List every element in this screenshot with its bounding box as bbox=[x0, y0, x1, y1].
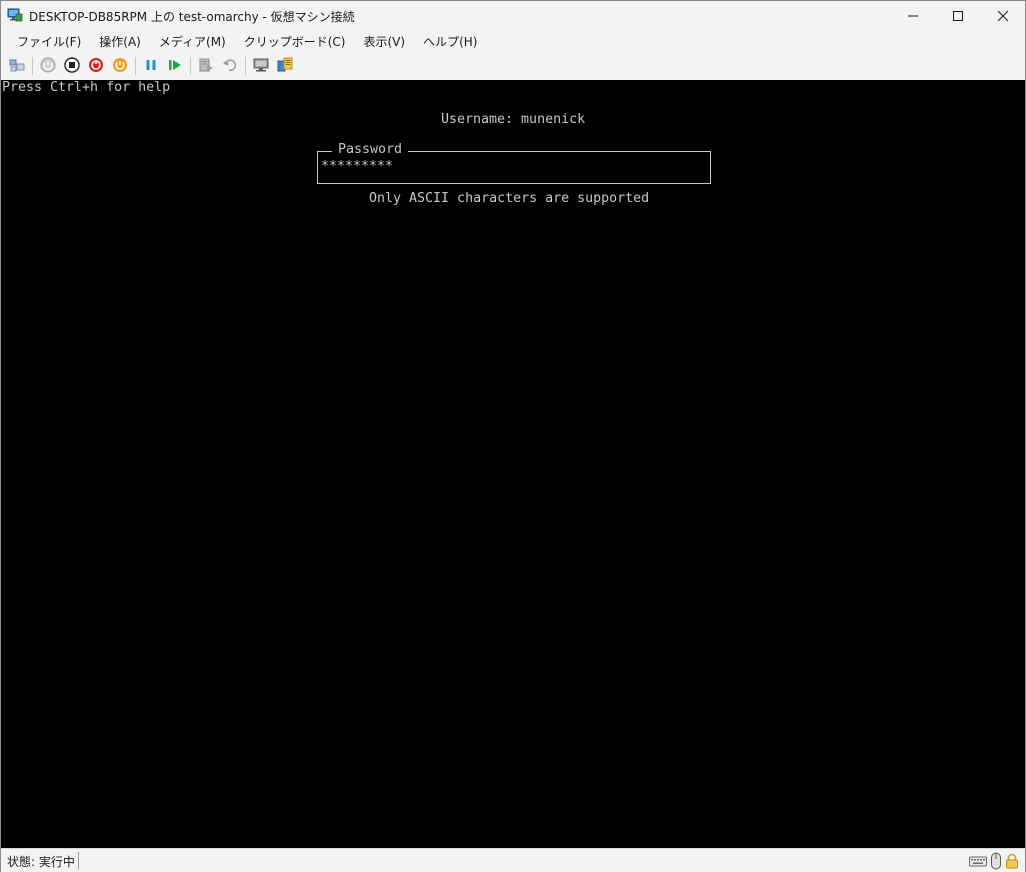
mouse-icon bbox=[990, 852, 1002, 872]
vm-console-display[interactable]: Press Ctrl+h for help Username: munenick… bbox=[1, 80, 1025, 848]
vm-connection-app-icon bbox=[7, 7, 23, 23]
toolbar bbox=[1, 53, 1025, 79]
shutdown-button[interactable] bbox=[85, 55, 107, 77]
menu-clipboard[interactable]: クリップボード(C) bbox=[235, 31, 355, 52]
toolbar-separator bbox=[190, 57, 191, 75]
toolbar-separator bbox=[245, 57, 246, 75]
start-icon bbox=[40, 57, 56, 76]
revert-button[interactable] bbox=[219, 55, 241, 77]
toolbar-separator bbox=[32, 57, 33, 75]
menu-file[interactable]: ファイル(F) bbox=[8, 31, 90, 52]
help-hint: Press Ctrl+h for help bbox=[2, 80, 171, 95]
ctrl-alt-del-button[interactable] bbox=[6, 55, 28, 77]
share-icon bbox=[277, 57, 293, 76]
window-title: DESKTOP-DB85RPM 上の test-omarchy - 仮想マシン接… bbox=[29, 10, 355, 24]
enhanced-session-button[interactable] bbox=[250, 55, 272, 77]
vm-connection-window: DESKTOP-DB85RPM 上の test-omarchy - 仮想マシン接… bbox=[0, 0, 1026, 872]
username-line: Username: munenick bbox=[441, 112, 586, 127]
enhanced-session-icon bbox=[253, 57, 269, 76]
menu-bar: ファイル(F) 操作(A) メディア(M) クリップボード(C) 表示(V) ヘ… bbox=[1, 30, 1025, 52]
toolbar-separator bbox=[135, 57, 136, 75]
pause-button[interactable] bbox=[140, 55, 162, 77]
close-button[interactable] bbox=[980, 1, 1026, 30]
status-separator bbox=[78, 852, 79, 869]
status-bar: 状態: 実行中 bbox=[1, 848, 1025, 872]
ascii-note: Only ASCII characters are supported bbox=[369, 191, 650, 206]
keyboard-icon bbox=[969, 855, 987, 870]
share-button[interactable] bbox=[274, 55, 296, 77]
checkpoint-button[interactable] bbox=[195, 55, 217, 77]
menu-help[interactable]: ヘルプ(H) bbox=[414, 31, 486, 52]
menu-media[interactable]: メディア(M) bbox=[150, 31, 235, 52]
revert-icon bbox=[222, 57, 238, 76]
title-bar: DESKTOP-DB85RPM 上の test-omarchy - 仮想マシン接… bbox=[1, 1, 1025, 30]
save-icon bbox=[112, 57, 128, 76]
minimize-button[interactable] bbox=[890, 1, 936, 30]
password-field[interactable]: Password ********* bbox=[317, 142, 711, 184]
turn-off-icon bbox=[64, 56, 80, 76]
password-label: Password bbox=[332, 142, 409, 157]
shutdown-icon bbox=[88, 57, 104, 76]
save-state-button[interactable] bbox=[109, 55, 131, 77]
maximize-button[interactable] bbox=[935, 1, 981, 30]
resume-button[interactable] bbox=[164, 55, 186, 77]
resume-icon bbox=[167, 57, 183, 76]
status-icons bbox=[969, 852, 1019, 872]
ctrl-alt-del-icon bbox=[9, 57, 25, 76]
password-input-value[interactable]: ********* bbox=[321, 159, 393, 174]
menu-view[interactable]: 表示(V) bbox=[355, 31, 415, 52]
status-text: 状態: 実行中 bbox=[7, 855, 75, 869]
lock-icon bbox=[1005, 853, 1019, 872]
start-button[interactable] bbox=[37, 55, 59, 77]
pause-icon bbox=[143, 57, 159, 76]
menu-action[interactable]: 操作(A) bbox=[90, 31, 150, 52]
checkpoint-icon bbox=[198, 57, 214, 76]
turn-off-button[interactable] bbox=[61, 55, 83, 77]
